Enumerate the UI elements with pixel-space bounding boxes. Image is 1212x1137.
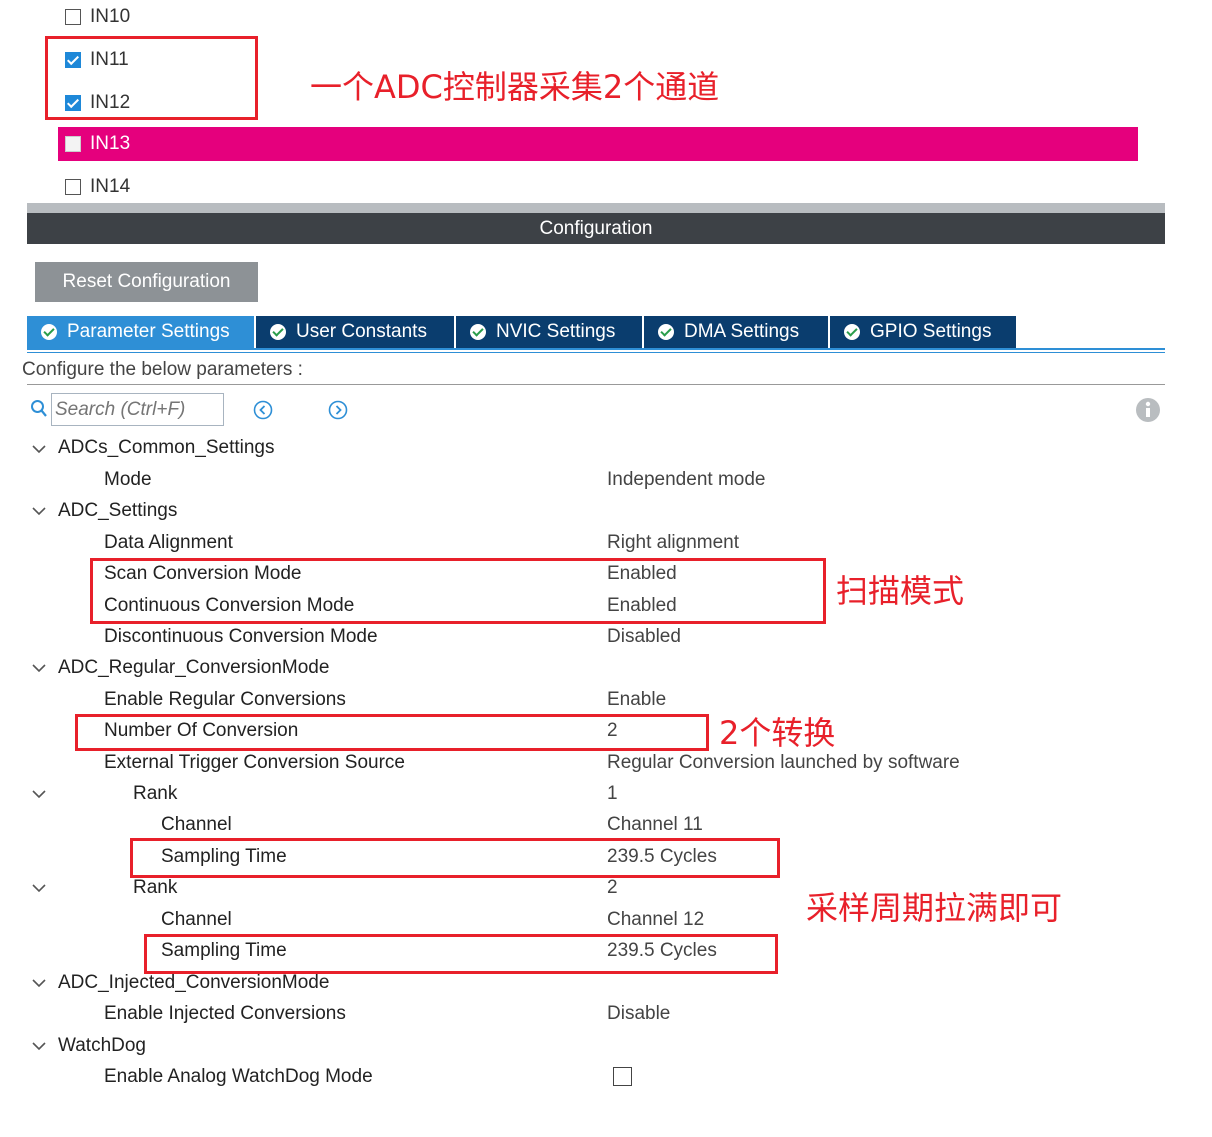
- chevron-down-icon[interactable]: [31, 503, 47, 519]
- analog-watchdog-checkbox[interactable]: [613, 1067, 632, 1086]
- check-circle-icon: [658, 324, 674, 340]
- previous-match-icon[interactable]: [253, 400, 273, 420]
- channel-row-in10[interactable]: IN10: [58, 0, 1138, 34]
- chevron-down-icon[interactable]: [31, 786, 47, 802]
- param-label[interactable]: External Trigger Conversion Source: [104, 748, 405, 778]
- channel-checkbox[interactable]: [65, 9, 81, 25]
- tab-user-constants[interactable]: User Constants: [256, 316, 456, 348]
- param-label[interactable]: Channel: [161, 810, 232, 840]
- check-circle-icon: [844, 324, 860, 340]
- settings-tabs: Parameter Settings User Constants NVIC S…: [27, 316, 1018, 348]
- tab-label: Parameter Settings: [67, 321, 230, 342]
- annotation-channels-note: 一个ADC控制器采集2个通道: [310, 68, 720, 106]
- tab-gpio-settings[interactable]: GPIO Settings: [830, 316, 1018, 348]
- param-label[interactable]: Enable Regular Conversions: [104, 685, 346, 715]
- divider: [27, 384, 1165, 385]
- tab-label: User Constants: [296, 321, 427, 342]
- param-label[interactable]: Discontinuous Conversion Mode: [104, 622, 378, 652]
- annotation-conversion-note: 2个转换: [719, 714, 836, 752]
- param-value[interactable]: 1: [607, 779, 618, 809]
- channel-label: IN10: [90, 6, 131, 27]
- param-value[interactable]: Channel 12: [607, 905, 704, 935]
- param-label[interactable]: Data Alignment: [104, 528, 233, 558]
- tab-label: DMA Settings: [684, 321, 800, 342]
- param-value[interactable]: Independent mode: [607, 465, 765, 495]
- tab-underline: [27, 352, 1165, 353]
- check-circle-icon: [470, 324, 486, 340]
- tab-label: NVIC Settings: [496, 321, 616, 342]
- chevron-down-icon[interactable]: [31, 880, 47, 896]
- param-value[interactable]: Right alignment: [607, 528, 739, 558]
- channel-row-in13[interactable]: IN13: [58, 127, 1138, 161]
- annotation-scan-note: 扫描模式: [836, 572, 965, 610]
- annotation-box-conversion: [75, 714, 709, 751]
- param-value[interactable]: Enable: [607, 685, 666, 715]
- param-label[interactable]: Enable Injected Conversions: [104, 999, 346, 1029]
- next-match-icon[interactable]: [328, 400, 348, 420]
- chevron-down-icon[interactable]: [31, 975, 47, 991]
- configuration-header: Configuration: [27, 213, 1165, 244]
- channel-row-in14[interactable]: IN14: [58, 170, 1138, 204]
- annotation-box-scan-mode: [90, 558, 826, 624]
- channel-checkbox[interactable]: [65, 136, 81, 152]
- check-circle-icon: [41, 324, 57, 340]
- annotation-box-channels: [45, 36, 258, 120]
- annotation-box-sampling-1: [130, 838, 780, 878]
- group-adcs-common-settings[interactable]: ADCs_Common_Settings: [58, 433, 274, 463]
- param-value[interactable]: Disable: [607, 999, 670, 1029]
- param-label[interactable]: Enable Analog WatchDog Mode: [104, 1062, 373, 1092]
- tab-dma-settings[interactable]: DMA Settings: [644, 316, 830, 348]
- chevron-down-icon[interactable]: [31, 441, 47, 457]
- param-label[interactable]: Channel: [161, 905, 232, 935]
- annotation-sampling-note: 采样周期拉满即可: [806, 889, 1063, 927]
- param-label[interactable]: Mode: [104, 465, 152, 495]
- check-circle-icon: [270, 324, 286, 340]
- search-icon[interactable]: [30, 399, 48, 419]
- tab-nvic-settings[interactable]: NVIC Settings: [456, 316, 644, 348]
- chevron-down-icon[interactable]: [31, 660, 47, 676]
- tab-underline: [27, 348, 1165, 350]
- param-value[interactable]: Channel 11: [607, 810, 703, 840]
- channel-label: IN13: [90, 133, 131, 154]
- tab-parameter-settings[interactable]: Parameter Settings: [27, 316, 256, 348]
- chevron-down-icon[interactable]: [31, 1038, 47, 1054]
- configuration-splitter[interactable]: [27, 203, 1165, 213]
- reset-configuration-button[interactable]: Reset Configuration: [35, 262, 258, 302]
- tab-label: GPIO Settings: [870, 321, 992, 342]
- group-adc-regular-conversion-mode[interactable]: ADC_Regular_ConversionMode: [58, 653, 329, 683]
- group-adc-settings[interactable]: ADC_Settings: [58, 496, 177, 526]
- search-input[interactable]: [51, 393, 224, 426]
- group-watchdog[interactable]: WatchDog: [58, 1031, 146, 1061]
- param-value[interactable]: Disabled: [607, 622, 681, 652]
- info-icon[interactable]: [1135, 397, 1161, 423]
- channel-label: IN14: [90, 176, 131, 197]
- configure-label: Configure the below parameters :: [22, 359, 303, 380]
- param-label[interactable]: Rank: [133, 779, 177, 809]
- annotation-box-sampling-2: [144, 934, 778, 974]
- channel-checkbox[interactable]: [65, 179, 81, 195]
